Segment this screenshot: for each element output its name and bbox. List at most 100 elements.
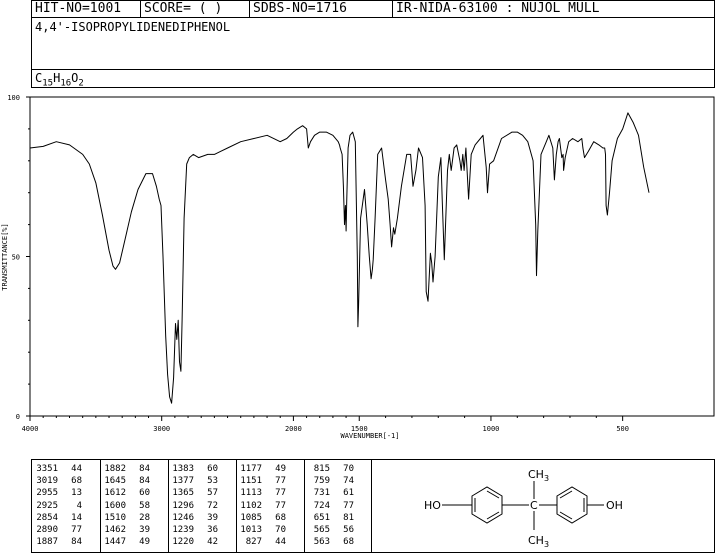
phenyl-ring-right [556, 486, 588, 524]
spectrum-line [29, 112, 650, 404]
peak-wavenumber: 827 [245, 537, 262, 548]
peak-transmittance: 58 [139, 500, 150, 511]
peak-transmittance: 84 [139, 464, 150, 474]
oh-label: OH [606, 499, 623, 512]
peak-transmittance: 57 [207, 488, 218, 499]
peak-entry: 651 81 [308, 513, 354, 523]
peak-table-divider [304, 459, 305, 553]
peak-entry: 1887 84 [36, 537, 82, 547]
peak-transmittance: 70 [275, 525, 286, 535]
x-tick-label: 2000 [285, 425, 302, 433]
ch3-top-label: CH3 [528, 468, 549, 483]
peak-wavenumber: 1246 [172, 512, 194, 523]
peak-wavenumber: 1383 [172, 464, 194, 474]
peak-transmittance: 49 [139, 537, 150, 548]
peak-table-divider [168, 459, 169, 553]
peak-entry: 1085 68 [240, 513, 286, 523]
phenyl-ring-left [471, 486, 503, 524]
peak-wavenumber: 2955 [36, 488, 58, 499]
peak-wavenumber: 1013 [240, 525, 262, 535]
peak-transmittance: 77 [275, 476, 286, 487]
peak-transmittance: 53 [207, 476, 218, 487]
peak-entry: 2854 14 [36, 513, 82, 523]
peak-wavenumber: 1887 [36, 537, 58, 548]
peak-transmittance: 68 [275, 512, 286, 523]
peak-transmittance: 28 [139, 512, 150, 523]
peak-table-divider [236, 459, 237, 553]
peak-wavenumber: 731 [313, 488, 330, 499]
plot-frame [29, 96, 715, 417]
peak-transmittance: 61 [343, 488, 354, 499]
peak-entry: 1510 28 [104, 513, 150, 523]
x-tick-label: 500 [616, 425, 629, 433]
peak-transmittance: 36 [207, 525, 218, 535]
peak-entry: 1177 49 [240, 464, 286, 474]
peak-entry: 1600 58 [104, 501, 150, 511]
peak-wavenumber: 1151 [240, 476, 262, 487]
peak-transmittance: 68 [71, 476, 82, 487]
peak-entry: 1102 77 [240, 501, 286, 511]
peak-transmittance: 49 [275, 464, 286, 474]
ch3-bottom-label: CH3 [528, 534, 549, 549]
peak-transmittance: 84 [71, 537, 82, 548]
peak-wavenumber: 1462 [104, 525, 126, 535]
peak-wavenumber: 1447 [104, 537, 126, 548]
peak-entry: 1013 70 [240, 525, 286, 535]
peak-wavenumber: 1239 [172, 525, 194, 535]
peak-transmittance: 39 [139, 525, 150, 535]
peak-entry: 731 61 [308, 488, 354, 498]
peak-entry: 1447 49 [104, 537, 150, 547]
peak-wavenumber: 3019 [36, 476, 58, 487]
peak-transmittance: 77 [275, 500, 286, 511]
peak-entry: 1246 39 [172, 513, 218, 523]
y-axis-label: TRANSMITTANCE[%] [1, 223, 9, 290]
peak-wavenumber: 1600 [104, 500, 126, 511]
peak-entry: 1882 84 [104, 464, 150, 474]
peak-wavenumber: 1510 [104, 512, 126, 523]
peak-entry: 1645 84 [104, 476, 150, 486]
peak-entry: 2955 13 [36, 488, 82, 498]
peak-entry: 1151 77 [240, 476, 286, 486]
peak-entry: 1365 57 [172, 488, 218, 498]
peak-wavenumber: 2854 [36, 512, 58, 523]
peak-wavenumber: 1365 [172, 488, 194, 499]
peak-table-divider [100, 459, 101, 553]
peak-entry: 3019 68 [36, 476, 82, 486]
peak-wavenumber: 1377 [172, 476, 194, 487]
peak-transmittance: 74 [343, 476, 354, 487]
peak-wavenumber: 2890 [36, 525, 58, 535]
peak-wavenumber: 1113 [240, 488, 262, 499]
peak-wavenumber: 1612 [104, 488, 126, 499]
peak-wavenumber: 815 [313, 464, 330, 474]
peak-entry: 1220 42 [172, 537, 218, 547]
peak-entry: 3351 44 [36, 464, 82, 474]
peak-wavenumber: 759 [313, 476, 330, 487]
peak-entry: 563 68 [308, 537, 354, 547]
x-tick-label: 1000 [483, 425, 500, 433]
peak-entry: 759 74 [308, 476, 354, 486]
peak-entry: 1113 77 [240, 488, 286, 498]
peak-entry: 1462 39 [104, 525, 150, 535]
peak-entry: 565 56 [308, 525, 354, 535]
peak-transmittance: 44 [71, 464, 82, 474]
peak-transmittance: 77 [71, 525, 82, 535]
peak-wavenumber: 1296 [172, 500, 194, 511]
peak-transmittance: 13 [71, 488, 82, 499]
peak-transmittance: 68 [343, 537, 354, 548]
peak-wavenumber: 1102 [240, 500, 262, 511]
peak-transmittance: 70 [343, 464, 354, 474]
structure-box: HO OH C CH3 CH3 [371, 459, 715, 553]
peak-transmittance: 72 [207, 500, 218, 511]
peak-entry: 815 70 [308, 464, 354, 474]
peak-wavenumber: 3351 [36, 464, 58, 474]
peak-wavenumber: 1645 [104, 476, 126, 487]
peak-entry: 724 77 [308, 501, 354, 511]
peak-transmittance: 42 [207, 537, 218, 548]
peak-transmittance: 14 [71, 512, 82, 523]
y-tick-label: 50 [12, 254, 20, 262]
peak-transmittance: 77 [343, 500, 354, 511]
y-tick-label: 100 [7, 94, 20, 102]
x-tick-label: 4000 [22, 425, 39, 433]
peak-entry: 2925 4 [36, 501, 82, 511]
peak-entry: 827 44 [240, 537, 286, 547]
